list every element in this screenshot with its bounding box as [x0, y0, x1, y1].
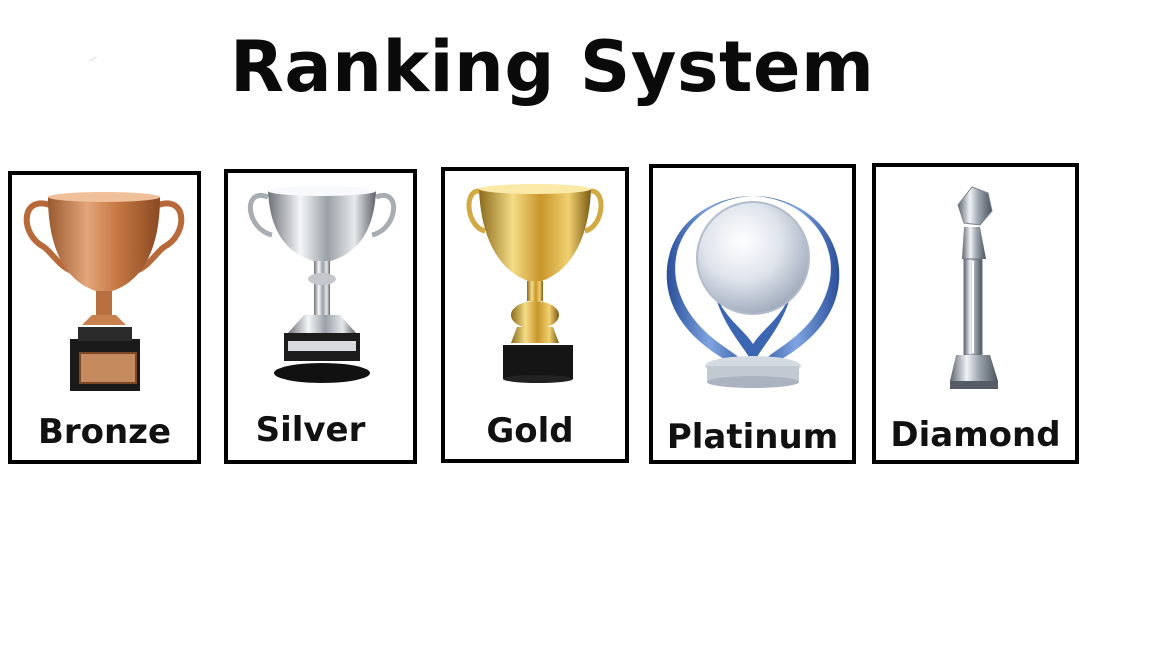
diamond-trophy-icon — [950, 186, 998, 389]
rank-label-gold: Gold — [486, 411, 574, 451]
rank-label-platinum: Platinum — [666, 417, 839, 457]
speck-mark — [89, 56, 99, 65]
rank-label-silver: Silver — [255, 410, 366, 450]
gold-trophy-icon — [466, 184, 604, 383]
rank-card-diamond: Diamond — [872, 163, 1079, 464]
bronze-trophy-icon — [23, 192, 185, 391]
silver-trophy-icon — [248, 186, 396, 383]
platinum-trophy-icon — [666, 196, 840, 388]
rank-card-gold: Gold — [441, 167, 629, 463]
rank-card-platinum: Platinum — [649, 164, 856, 464]
rank-label-diamond: Diamond — [890, 415, 1061, 455]
rank-card-silver: Silver — [224, 169, 417, 464]
rank-label-bronze: Bronze — [37, 412, 172, 452]
rank-card-bronze: Bronze — [8, 171, 201, 464]
page-title: Ranking System — [230, 26, 875, 108]
